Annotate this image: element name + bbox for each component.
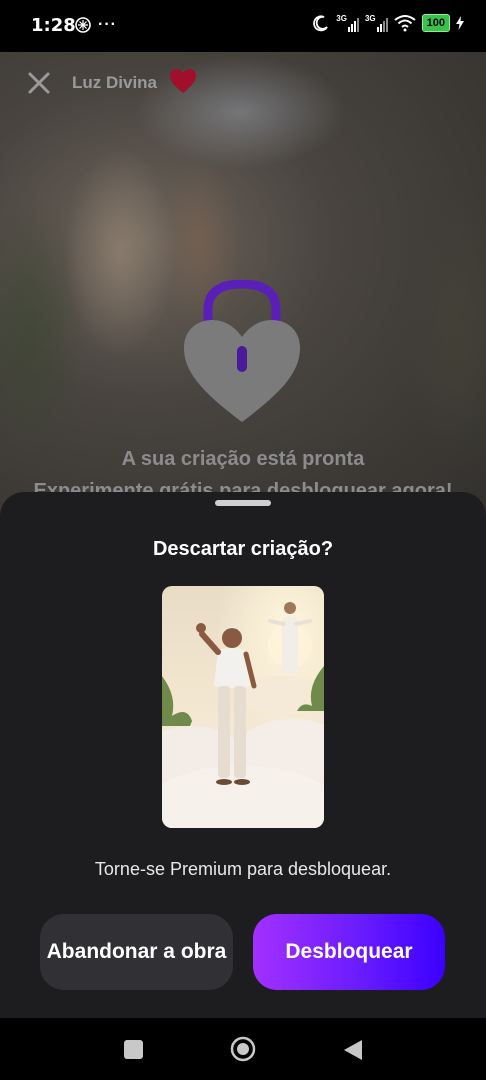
signal-icon-1: 3G [336, 14, 359, 32]
discard-bottom-sheet: Descartar criação? Torne-se Premium para… [0, 492, 486, 1018]
more-dots-icon: ··· [98, 16, 117, 33]
status-left-icons: ··· [74, 16, 117, 34]
heart-lock-icon [184, 280, 300, 422]
system-nav-bar [0, 1018, 486, 1080]
drag-handle[interactable] [215, 500, 271, 506]
abandon-button[interactable]: Abandonar a obra [40, 914, 233, 990]
status-bar: 1:28 ··· 3G 3G 100 [0, 0, 486, 52]
app-notification-icon [75, 17, 91, 33]
close-icon[interactable] [26, 70, 52, 96]
top-bar: Luz Divina [0, 60, 486, 106]
status-right: 3G 3G 100 [312, 14, 464, 32]
page-title: Luz Divina [72, 73, 158, 92]
network-type-1: 3G [336, 14, 347, 23]
sheet-title: Descartar criação? [152, 538, 334, 560]
status-time: 1:28 [31, 15, 76, 36]
charging-icon [456, 16, 464, 30]
back-icon[interactable] [342, 1038, 364, 1062]
preview-illustration [162, 586, 324, 828]
unlock-button[interactable]: Desbloquear [253, 914, 445, 990]
recents-icon[interactable] [124, 1040, 143, 1059]
creation-preview-image [162, 586, 324, 828]
battery-indicator: 100 [421, 14, 450, 32]
network-type-2: 3G [364, 14, 376, 23]
moon-icon [313, 15, 329, 32]
wifi-icon [394, 15, 416, 32]
home-icon[interactable] [230, 1036, 256, 1062]
heart-icon [170, 69, 196, 93]
ready-text: A sua criação está pronta [121, 448, 365, 470]
signal-icon-2: 3G [365, 14, 388, 32]
premium-message: Torne-se Premium para desbloquear. [94, 859, 392, 879]
